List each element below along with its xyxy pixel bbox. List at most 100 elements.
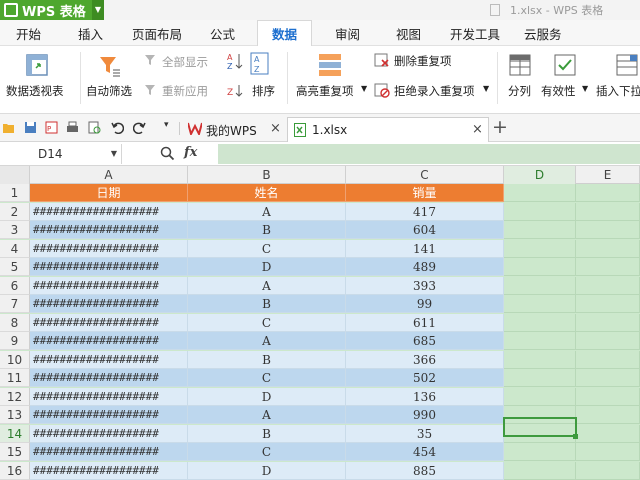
cell-empty[interactable] [576,406,640,424]
cell-empty[interactable] [576,221,640,239]
cell-sales[interactable]: 604 [346,221,504,239]
cell-name[interactable]: C [188,369,346,387]
cell-name[interactable]: A [188,203,346,221]
cell-name[interactable]: D [188,258,346,276]
chevron-down-icon[interactable]: ▼ [582,84,588,93]
cell-empty[interactable] [504,203,576,221]
formula-input[interactable] [218,144,640,164]
cell-empty[interactable] [504,277,576,295]
cell-sales[interactable]: 990 [346,406,504,424]
cell-name[interactable]: B [188,221,346,239]
header-cell-date[interactable]: 日期 [30,184,188,202]
export-pdf-icon[interactable]: P [45,121,58,134]
cell-date[interactable]: ################### [30,295,188,313]
pivot-table-button[interactable]: 数据透视表 [6,83,64,99]
header-cell-name[interactable]: 姓名 [188,184,346,202]
cell-sales[interactable]: 885 [346,462,504,480]
row-header[interactable]: 8 [0,314,30,332]
tab-start[interactable]: 开始 [16,24,41,43]
tab-cloud[interactable]: 云服务 [524,24,562,43]
save-icon[interactable] [24,121,37,134]
cell-empty[interactable] [504,443,576,461]
row-header[interactable]: 3 [0,221,30,239]
cell-empty[interactable] [576,314,640,332]
cell-sales[interactable]: 393 [346,277,504,295]
cell-empty[interactable] [576,295,640,313]
tab-page-layout[interactable]: 页面布局 [132,24,182,43]
cell-date[interactable]: ################### [30,332,188,350]
chevron-down-icon[interactable]: ▼ [483,84,489,93]
cell-empty[interactable] [576,258,640,276]
cell-sales[interactable]: 141 [346,240,504,258]
undo-icon[interactable] [111,121,124,134]
cell-empty[interactable] [576,184,640,202]
cell-name[interactable]: A [188,277,346,295]
cell-empty[interactable] [576,388,640,406]
reject-duplicates-button[interactable]: 拒绝录入重复项 [394,83,475,99]
cell-name[interactable]: A [188,406,346,424]
cell-sales[interactable]: 136 [346,388,504,406]
chevron-down-icon[interactable]: ▼ [92,0,104,20]
remove-duplicates-button[interactable]: 删除重复项 [394,53,452,69]
new-tab-plus-icon[interactable]: + [492,116,508,138]
close-icon[interactable]: × [270,121,281,136]
cell-empty[interactable] [576,203,640,221]
doc-tab-home[interactable]: 我的WPS × [184,117,284,142]
cell-empty[interactable] [504,258,576,276]
cell-empty[interactable] [576,240,640,258]
cell-sales[interactable]: 685 [346,332,504,350]
cell-sales[interactable]: 489 [346,258,504,276]
cell-sales[interactable]: 35 [346,425,504,443]
tab-insert[interactable]: 插入 [78,24,103,43]
show-all-button[interactable]: 全部显示 [162,54,208,70]
row-header[interactable]: 2 [0,203,30,221]
cell-sales[interactable]: 366 [346,351,504,369]
tab-developer[interactable]: 开发工具 [450,24,500,43]
cell-empty[interactable] [504,462,576,480]
row-header[interactable]: 4 [0,240,30,258]
validity-button[interactable]: 有效性 [541,83,576,99]
insert-dropdown-button[interactable]: 插入下拉 [596,83,640,99]
column-header-c[interactable]: C [346,166,504,184]
cell-name[interactable]: A [188,332,346,350]
row-header[interactable]: 5 [0,258,30,276]
row-header[interactable]: 14 [0,425,30,443]
cell-empty[interactable] [504,295,576,313]
cell-empty[interactable] [504,351,576,369]
autofilter-button[interactable]: 自动筛选 [86,83,132,99]
cell-date[interactable]: ################### [30,351,188,369]
tab-data[interactable]: 数据 [257,20,313,47]
doc-tab-file[interactable]: 1.xlsx × [287,117,489,142]
row-header[interactable]: 11 [0,369,30,387]
cell-date[interactable]: ################### [30,221,188,239]
cell-date[interactable]: ################### [30,388,188,406]
row-header[interactable]: 15 [0,443,30,461]
row-header[interactable]: 13 [0,406,30,424]
column-header-e[interactable]: E [576,166,640,184]
cell-empty[interactable] [504,388,576,406]
cell-empty[interactable] [504,332,576,350]
cell-date[interactable]: ################### [30,443,188,461]
cell-empty[interactable] [576,332,640,350]
cell-date[interactable]: ################### [30,425,188,443]
app-menu-button[interactable]: WPS 表格 ▼ [0,0,104,20]
cell-empty[interactable] [504,184,576,202]
header-cell-sales[interactable]: 销量 [346,184,504,202]
cell-name[interactable]: D [188,462,346,480]
cell-empty[interactable] [576,425,640,443]
print-icon[interactable] [66,121,79,134]
row-header[interactable]: 12 [0,388,30,406]
row-header[interactable]: 6 [0,277,30,295]
column-header-b[interactable]: B [188,166,346,184]
name-box[interactable]: D14 ▼ [0,144,122,164]
redo-icon[interactable] [133,121,146,134]
cell-name[interactable]: D [188,388,346,406]
cell-date[interactable]: ################### [30,258,188,276]
cell-empty[interactable] [504,369,576,387]
cell-empty[interactable] [576,443,640,461]
chevron-down-icon[interactable]: ▼ [361,84,367,93]
cell-empty[interactable] [576,462,640,480]
cell-name[interactable]: B [188,351,346,369]
cell-empty[interactable] [504,221,576,239]
cell-date[interactable]: ################### [30,277,188,295]
